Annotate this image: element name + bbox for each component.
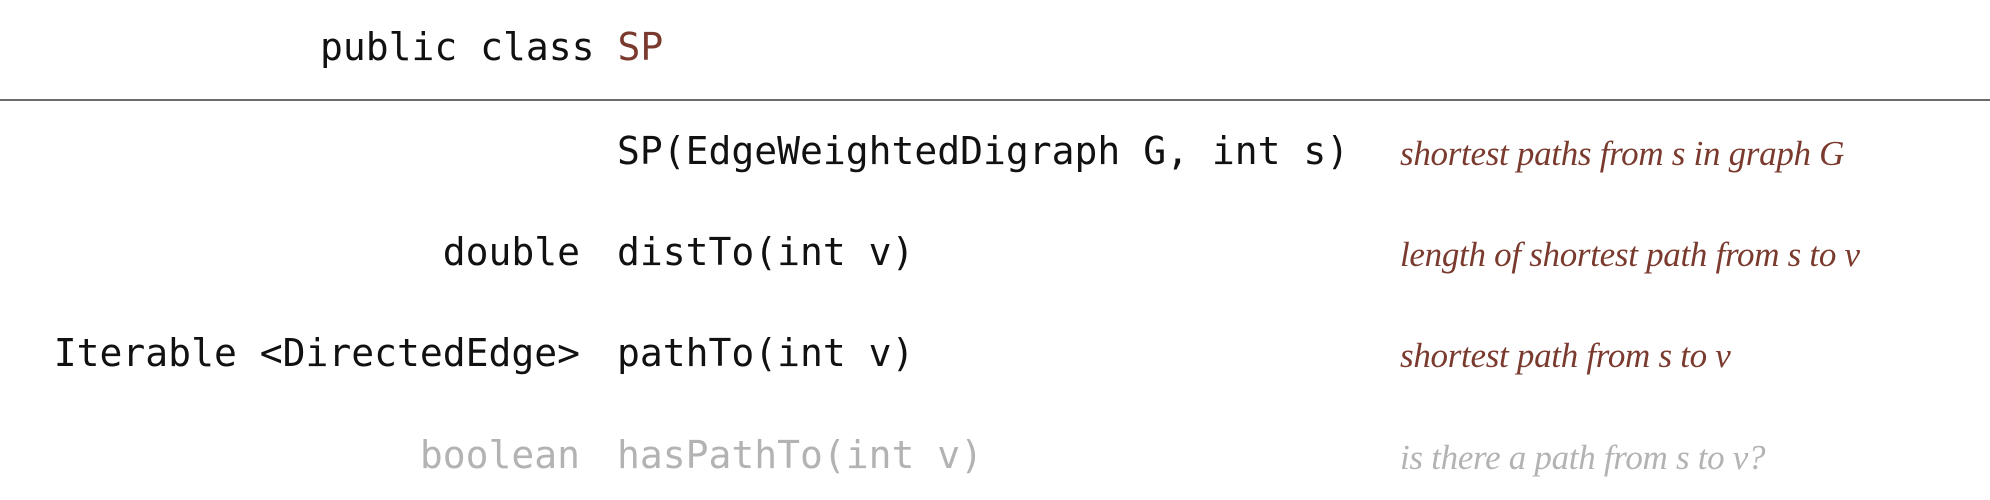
method-signature: distTo(int v) <box>617 230 915 274</box>
method-description: length of shortest path from s to v <box>1400 235 1860 274</box>
method-description: is there a path from s to v? <box>1400 438 1766 477</box>
method-description: shortest paths from s in graph G <box>1400 134 1845 173</box>
return-type: Iterable <DirectedEdge> <box>53 331 580 375</box>
method-signature: pathTo(int v) <box>617 331 915 375</box>
api-row-haspathto: boolean hasPathTo(int v) is there a path… <box>0 436 1990 486</box>
class-declaration-prefix: public class <box>320 25 595 69</box>
method-signature: hasPathTo(int v) <box>617 433 984 477</box>
api-row-constructor: SP(EdgeWeightedDigraph G, int s) shortes… <box>0 132 1990 182</box>
api-row-distto: double distTo(int v) length of shortest … <box>0 233 1990 283</box>
return-type: boolean <box>419 433 580 477</box>
return-type: double <box>442 230 580 274</box>
class-name: SP <box>617 25 664 69</box>
method-description: shortest path from s to v <box>1400 336 1731 375</box>
class-declaration: public class SP <box>320 28 663 66</box>
method-signature: SP(EdgeWeightedDigraph G, int s) <box>617 129 1350 173</box>
header-divider <box>0 99 1990 101</box>
api-row-pathto: Iterable <DirectedEdge> pathTo(int v) sh… <box>0 334 1990 384</box>
